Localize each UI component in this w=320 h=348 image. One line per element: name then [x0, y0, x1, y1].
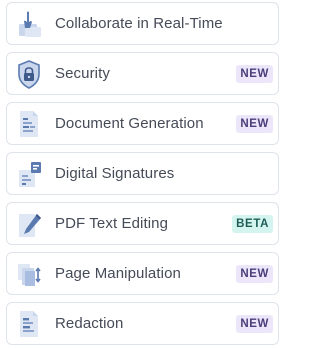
pages-icon: [15, 258, 43, 290]
redaction-icon: [15, 308, 43, 340]
collaborate-icon: [15, 8, 43, 40]
feature-label: Digital Signatures: [55, 165, 175, 182]
feature-label: Security: [55, 65, 110, 82]
feature-item-collaborate[interactable]: Collaborate in Real-Time: [6, 2, 279, 45]
feature-label: Collaborate in Real-Time: [55, 15, 223, 32]
feature-item-page-manipulation[interactable]: Page Manipulation NEW: [6, 252, 279, 295]
new-badge: NEW: [236, 315, 273, 333]
feature-item-pdf-text-editing[interactable]: PDF Text Editing BETA: [6, 202, 279, 245]
beta-badge: BETA: [232, 215, 273, 233]
feature-list: Collaborate in Real-Time Security NEW Do…: [0, 0, 288, 348]
feature-label: PDF Text Editing: [55, 215, 169, 232]
new-badge: NEW: [236, 265, 273, 283]
new-badge: NEW: [236, 115, 273, 133]
feature-label: Document Generation: [55, 115, 204, 132]
feature-item-document-generation[interactable]: Document Generation NEW: [6, 102, 279, 145]
feature-label: Redaction: [55, 315, 124, 332]
feature-item-redaction[interactable]: Redaction NEW: [6, 302, 279, 345]
signature-icon: [15, 158, 43, 190]
pencil-icon: [15, 208, 43, 240]
new-badge: NEW: [236, 65, 273, 83]
shield-lock-icon: [15, 58, 43, 90]
feature-label: Page Manipulation: [55, 265, 181, 282]
feature-item-digital-signatures[interactable]: Digital Signatures: [6, 152, 279, 195]
document-icon: [15, 108, 43, 140]
feature-item-security[interactable]: Security NEW: [6, 52, 279, 95]
